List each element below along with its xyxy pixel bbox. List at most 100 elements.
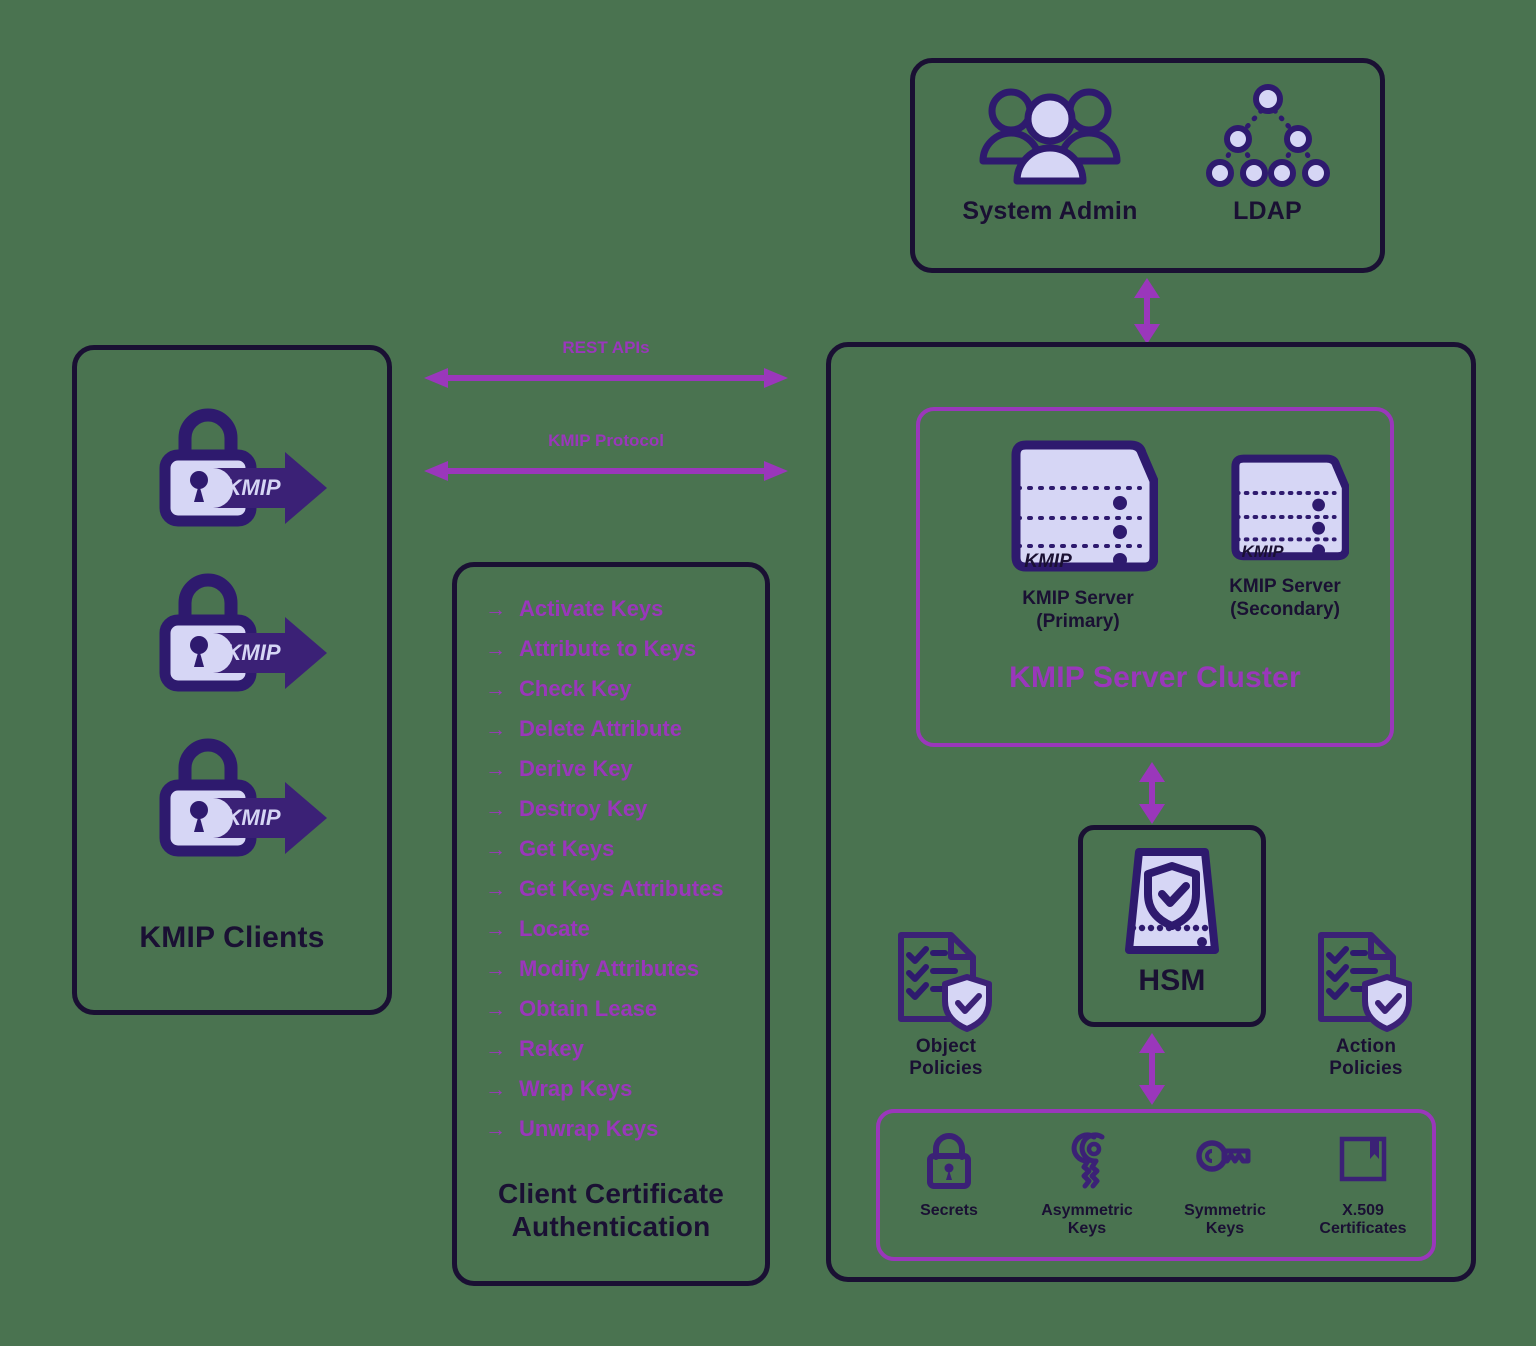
padlock-kmip-arrow-icon: KMIP [159,738,327,857]
operation-item: → Unwrap Keys [485,1109,724,1149]
rest-apis-connector: REST APIs [424,338,788,388]
document-check-shield-icon [898,932,992,1032]
kmip-clients-panel: KMIP KMIP KMIP KMIP Clients [72,345,392,1015]
kmip-badge-text: KMIP [226,805,281,830]
server-badge-text: KMIP [1242,542,1285,561]
key-objects-box: Secrets Asymmetric Keys Symmetric Keys X… [876,1109,1436,1261]
operation-item: → Wrap Keys [485,1069,724,1109]
tree-hierarchy-icon [1205,84,1330,187]
key-object-label-line2: Keys [1205,1220,1245,1238]
admin-item-label: System Admin [962,197,1138,225]
cluster-hsm-connector-arrow [1139,762,1165,824]
hsm-shield-icon [1125,848,1219,954]
operation-item: → Modify Attributes [485,949,724,989]
server-rack-icon: KMIP [1011,440,1158,572]
operation-item: → Check Key [485,669,724,709]
operations-panel: → Activate Keys → Attribute to Keys → Check… [452,562,770,1286]
arrow-bullet-icon: → [485,917,506,941]
operation-label: Destroy Key [519,796,648,821]
kmip-operations-list: → Activate Keys → Attribute to Keys → Check… [485,589,724,1149]
kmip-server-primary: KMIP KMIP Server (Primary) [988,433,1168,633]
diagram-canvas: System Admin LDAP KMIP KMIP KMIP KMIP Cl… [0,0,1536,1346]
operation-label: Attribute to Keys [519,636,697,661]
key-object-symmetric: Symmetric Keys [1161,1129,1289,1239]
arrow-bullet-icon: → [485,597,506,621]
hsm-label: HSM [1138,964,1206,997]
key-pair-icon [1071,1132,1105,1189]
kmip-protocol-connector: KMIP Protocol [424,431,788,481]
object-policies: Object Policies [871,927,1021,1081]
arrow-bullet-icon: → [485,837,506,861]
operation-label: Wrap Keys [519,1076,633,1101]
key-object-asymmetric: Asymmetric Keys [1023,1129,1151,1239]
action-policies: Action Policies [1291,927,1441,1081]
operation-label: Activate Keys [519,596,664,621]
kmip-client: KMIP [125,730,335,860]
operation-item: → Attribute to Keys [485,629,724,669]
arrow-bullet-icon: → [485,677,506,701]
kmip-badge-text: KMIP [226,475,281,500]
arrow-bullet-icon: → [485,997,506,1021]
operation-label: Get Keys Attributes [519,876,724,901]
kmip-server-secondary: KMIP KMIP Server (Secondary) [1195,449,1375,621]
operation-item: → Get Keys [485,829,724,869]
operation-item: → Destroy Key [485,789,724,829]
operation-label: Get Keys [519,836,615,861]
document-check-shield-icon [1318,932,1412,1032]
kmip-server-cluster-box: KMIP KMIP Server (Primary) KMIP KMIP Ser… [916,407,1394,747]
key-object-label-line1: Symmetric [1184,1202,1266,1219]
server-label-line1: KMIP Server [1022,588,1134,609]
kmip-server-panel: KMIP KMIP Server (Primary) KMIP KMIP Ser… [826,342,1476,1282]
key-object-x509: X.509 Certificates [1299,1129,1427,1239]
padlock-icon [927,1133,971,1189]
operation-label: Rekey [519,1036,584,1061]
operation-label: Derive Key [519,756,633,781]
single-key-icon [1196,1140,1251,1172]
kmip-clients-label: KMIP Clients [139,921,325,954]
key-object-label-line2: Certificates [1319,1220,1407,1238]
policy-label-line2: Policies [1329,1058,1403,1080]
operation-item: → Derive Key [485,749,724,789]
users-icon [979,88,1121,185]
server-badge-text: KMIP [1024,551,1072,572]
server-rack-icon: KMIP [1231,454,1349,561]
kmip-badge-text: KMIP [226,640,281,665]
rest-apis-label: REST APIs [562,338,650,357]
arrow-bullet-icon: → [485,1117,506,1141]
key-object-label-line1: X.509 [1342,1202,1384,1219]
arrow-bullet-icon: → [485,797,506,821]
kmip-protocol-label: KMIP Protocol [548,431,664,450]
operation-item: → Rekey [485,1029,724,1069]
operation-label: Check Key [519,676,632,701]
operation-label: Unwrap Keys [519,1116,659,1141]
key-object-label-line2: Keys [1067,1220,1107,1238]
kmip-server-cluster-label: KMIP Server Cluster [1009,661,1301,694]
padlock-kmip-arrow-icon: KMIP [159,573,327,692]
operation-item: → Delete Attribute [485,709,724,749]
padlock-kmip-arrow-icon: KMIP [159,408,327,527]
operation-label: Modify Attributes [519,956,700,981]
operation-item: → Activate Keys [485,589,724,629]
operation-item: → Locate [485,909,724,949]
operations-title-line2: Authentication [511,1211,711,1243]
arrow-bullet-icon: → [485,757,506,781]
admin-server-connector-arrow [1134,278,1160,344]
admin-item-system-admin: System Admin [935,81,1165,227]
admin-item-label: LDAP [1233,197,1302,225]
operation-item: → Get Keys Attributes [485,869,724,909]
key-object-secrets: Secrets [885,1129,1013,1220]
kmip-client: KMIP [125,565,335,695]
arrow-bullet-icon: → [485,1037,506,1061]
arrow-bullet-icon: → [485,717,506,741]
arrow-bullet-icon: → [485,957,506,981]
operation-label: Delete Attribute [519,716,682,741]
operations-panel-title: Client Certificate Authentication [457,1177,765,1243]
key-object-label-line1: Asymmetric [1041,1202,1133,1219]
arrow-bullet-icon: → [485,877,506,901]
arrow-bullet-icon: → [485,637,506,661]
policy-label-line2: Policies [909,1058,983,1080]
operation-item: → Obtain Lease [485,989,724,1029]
hsm-objects-connector-arrow [1139,1033,1165,1105]
policy-label-line1: Object [915,1036,977,1057]
operation-label: Locate [519,916,590,941]
